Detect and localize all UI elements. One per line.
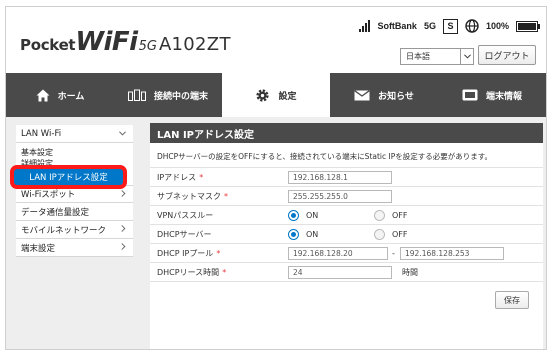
dhcp-pool-row: DHCP IPプール * 192.168.128.20 - 192.168.128… <box>150 243 543 262</box>
tab-device-info[interactable]: 端末情報 <box>438 73 546 117</box>
tab-settings-label: 設定 <box>278 91 297 102</box>
vpn-passthrough-row: VPNパススルー ON OFF <box>150 205 543 224</box>
settings-sidebar: LAN Wi-Fi 基本設定 詳細設定 LAN IPアドレス設定 Wi-Fiスポ… <box>10 125 133 257</box>
sidebar-item-label: モバイルネットワーク <box>21 225 107 236</box>
sidebar-item-data-usage[interactable]: データ通信量設定 <box>16 203 133 221</box>
tab-notices[interactable]: お知らせ <box>330 73 438 117</box>
panel-description: DHCPサーバーの設定をOFFにすると、接続されている端末にStatic IPを… <box>157 152 492 161</box>
dhcp-on-radio[interactable]: ON <box>288 228 318 240</box>
globe-icon <box>465 19 479 33</box>
lease-unit: 時間 <box>402 267 418 277</box>
dhcp-lease-input[interactable]: 24 <box>288 265 392 279</box>
sidebar-subitem-wrapper: LAN IPアドレス設定 <box>10 165 133 189</box>
carrier-name: SoftBank <box>377 21 417 31</box>
subnet-mask-label: サブネットマスク * <box>157 191 228 201</box>
chevron-down-icon <box>460 49 473 64</box>
chevron-down-icon <box>119 129 126 139</box>
sidebar-subitem-lan-ip[interactable]: LAN IPアドレス設定 <box>10 165 127 189</box>
dhcp-off-radio[interactable]: OFF <box>374 228 408 240</box>
brand-pocket: Pocket <box>20 36 76 54</box>
lan-ip-settings-panel: LAN IPアドレス設定 DHCPサーバーの設定をOFFにすると、接続されている… <box>150 123 543 349</box>
network-type: 5G <box>423 21 436 31</box>
battery-percent: 100% <box>485 21 509 31</box>
device-info-icon <box>462 89 478 101</box>
language-value: 日本語 <box>406 52 430 61</box>
sidebar-subitem-basic[interactable]: 基本設定 <box>16 143 133 158</box>
home-icon <box>36 89 50 101</box>
dhcp-lease-label: DHCPリース時間 * <box>157 267 227 277</box>
router-admin-window: PocketWiFi5G A102ZT SoftBank 5G S 100% 日本… <box>5 6 547 350</box>
ip-address-row: IPアドレス * 192.168.128.1 <box>150 167 543 186</box>
dhcp-lease-row: DHCPリース時間 * 24 時間 <box>150 262 543 281</box>
subnet-mask-input[interactable]: 255.255.255.0 <box>288 189 392 203</box>
tab-connected-devices[interactable]: 接続中の端末 <box>114 73 222 117</box>
gear-icon <box>256 88 270 102</box>
sidebar-item-device-settings[interactable]: 端末設定 <box>16 239 133 257</box>
vpn-on-radio[interactable]: ON <box>288 209 318 221</box>
dhcp-pool-label: DHCP IPプール * <box>157 248 221 258</box>
logout-button[interactable]: ログアウト <box>478 45 536 65</box>
brand-5g: 5G <box>138 39 157 54</box>
sim-icon: S <box>442 18 458 34</box>
panel-title: LAN IPアドレス設定 <box>150 123 543 143</box>
content-area: LAN Wi-Fi 基本設定 詳細設定 LAN IPアドレス設定 Wi-Fiスポ… <box>6 117 546 349</box>
radio-selected-icon <box>288 228 299 240</box>
sidebar-item-label: LAN Wi-Fi <box>21 128 62 139</box>
sidebar-item-label: データ通信量設定 <box>21 207 90 218</box>
devices-icon <box>127 89 146 101</box>
save-button[interactable]: 保存 <box>495 291 529 309</box>
dhcp-pool-start-input[interactable]: 192.168.128.20 <box>288 246 388 260</box>
tab-device-info-label: 端末情報 <box>485 91 522 102</box>
chevron-right-icon <box>121 190 126 200</box>
main-nav: ホーム 接続中の端末 設定 お知らせ 端末情報 <box>6 73 546 117</box>
radio-unselected-icon <box>374 228 385 240</box>
language-select[interactable]: 日本語 <box>400 48 474 65</box>
radio-selected-icon <box>288 209 299 221</box>
sidebar-item-lan-wifi[interactable]: LAN Wi-Fi <box>16 125 133 143</box>
radio-unselected-icon <box>374 209 385 221</box>
tab-home-label: ホーム <box>57 91 85 102</box>
model-name: A102ZT <box>158 34 231 55</box>
dhcp-server-row: DHCPサーバー ON OFF <box>150 224 543 243</box>
tab-notices-label: お知らせ <box>378 91 414 102</box>
vpn-off-radio[interactable]: OFF <box>374 209 408 221</box>
sidebar-item-mobile-network[interactable]: モバイルネットワーク <box>16 221 133 239</box>
ip-address-input[interactable]: 192.168.128.1 <box>288 170 392 184</box>
vpn-passthrough-label: VPNパススルー <box>157 210 214 220</box>
tab-settings[interactable]: 設定 <box>222 73 330 117</box>
sidebar-item-label: Wi-Fiスポット <box>21 190 76 200</box>
brand-logo: PocketWiFi5G A102ZT <box>20 27 231 57</box>
header: PocketWiFi5G A102ZT SoftBank 5G S 100% 日本… <box>6 7 546 73</box>
panel-footer: 保存 <box>150 281 543 317</box>
battery-icon <box>516 20 540 32</box>
dhcp-pool-end-input[interactable]: 192.168.128.253 <box>400 246 504 260</box>
chevron-right-icon <box>121 243 126 253</box>
status-bar: SoftBank 5G S 100% <box>359 18 540 34</box>
brand-wifi: WiFi <box>75 27 138 57</box>
tab-home[interactable]: ホーム <box>6 73 114 117</box>
pool-range-separator: - <box>392 248 395 258</box>
chevron-right-icon <box>121 225 126 235</box>
mail-icon <box>354 89 370 100</box>
tab-devices-label: 接続中の端末 <box>153 91 208 102</box>
subnet-mask-row: サブネットマスク * 255.255.255.0 <box>150 186 543 205</box>
signal-strength-icon <box>359 20 371 32</box>
dhcp-server-label: DHCPサーバー <box>157 229 212 239</box>
ip-address-label: IPアドレス * <box>157 172 204 182</box>
sidebar-item-label: 端末設定 <box>21 243 56 254</box>
